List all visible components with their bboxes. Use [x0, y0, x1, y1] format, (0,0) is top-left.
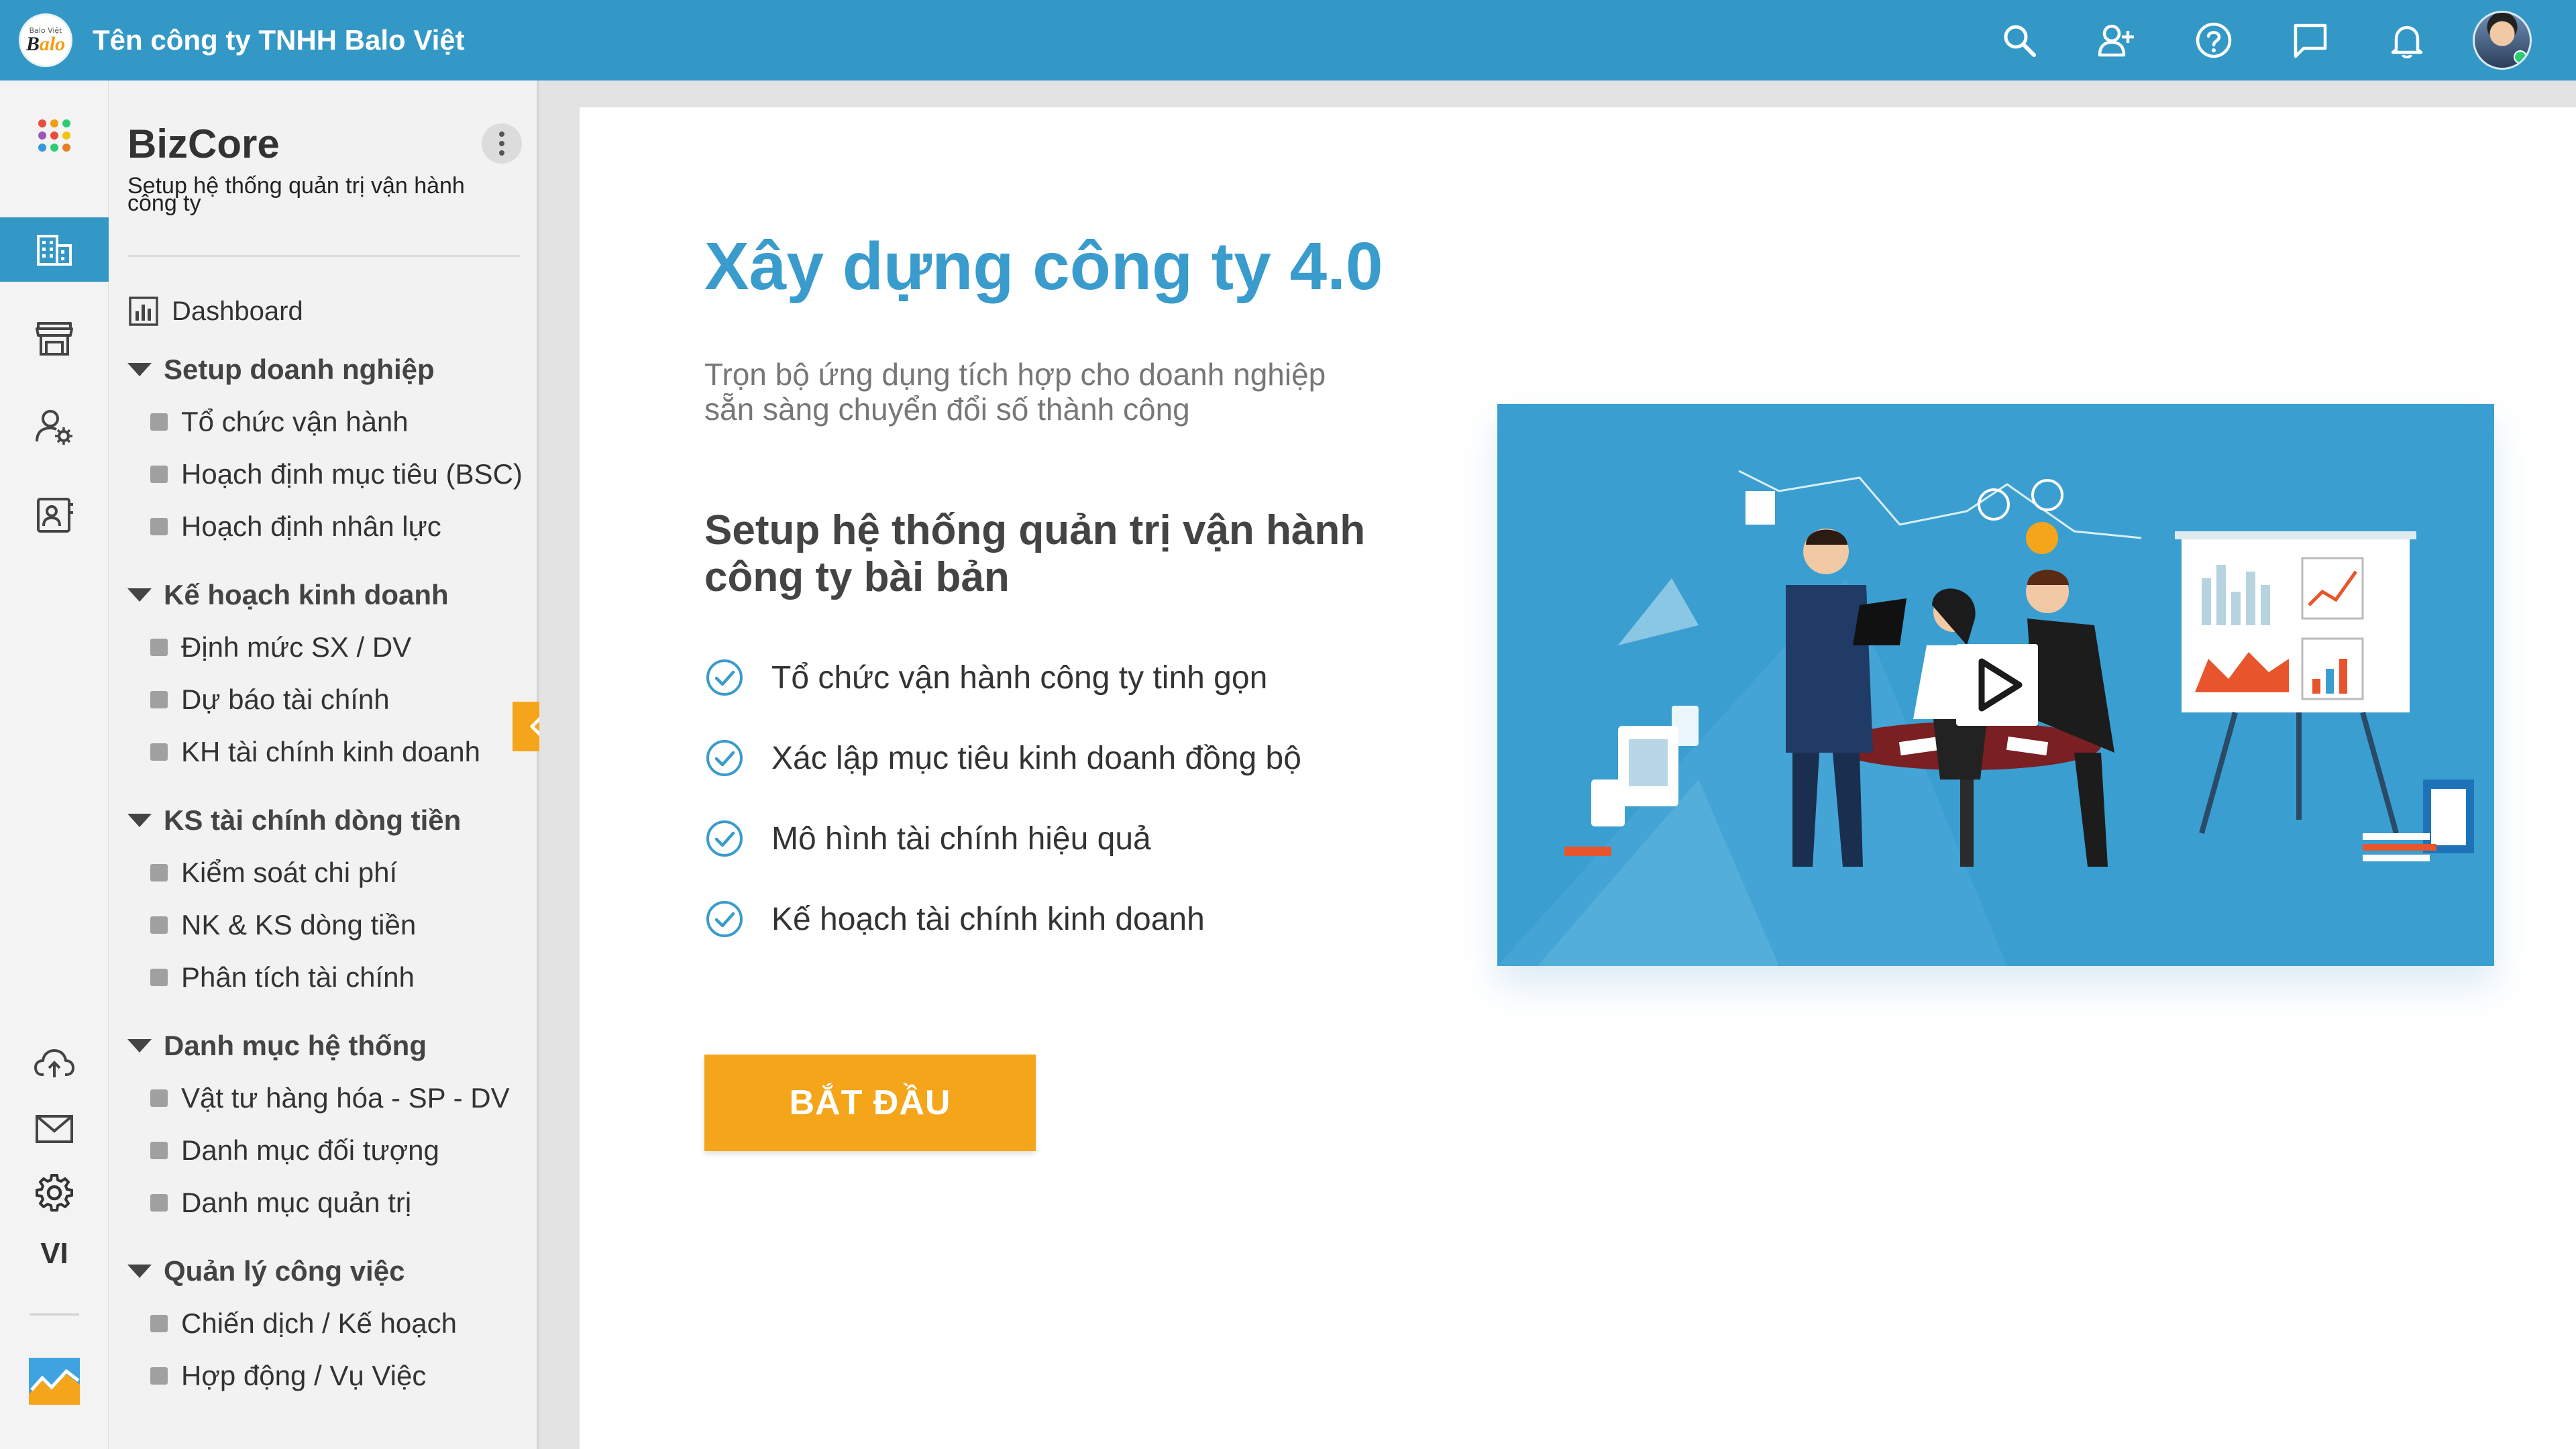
apps-grid-icon[interactable] [0, 103, 109, 168]
content-top-gutter [539, 80, 2576, 107]
sidebar-item-danh-muc-quan-tri[interactable]: Danh mục quản trị [150, 1179, 411, 1226]
sidebar-item-du-bao-tai-chinh[interactable]: Dự báo tài chính [150, 676, 390, 723]
logo-text: Balo [25, 32, 66, 55]
rail-divider [30, 1313, 79, 1316]
team-meeting-illustration [1497, 470, 2474, 966]
feature-item: Xác lập mục tiêu kinh doanh đồng bộ [704, 731, 1301, 785]
avatar[interactable] [2473, 11, 2532, 70]
help-icon[interactable] [2194, 20, 2234, 60]
gear-icon[interactable] [0, 1161, 109, 1225]
caret-down-icon [127, 588, 152, 602]
intro-video-thumbnail[interactable] [1497, 404, 2494, 966]
sidebar-item-to-chuc-van-hanh[interactable]: Tổ chức vận hành [150, 398, 409, 445]
more-options-button[interactable] [482, 123, 522, 164]
section-ke-hoach-kinh-doanh[interactable]: Kế hoạch kinh doanh [127, 572, 449, 619]
section-ks-tai-chinh[interactable]: KS tài chính dòng tiền [127, 797, 461, 844]
sidebar-item-dinh-muc[interactable]: Định mức SX / DV [150, 624, 411, 671]
sidebar-item-hoach-dinh-nhan-luc[interactable]: Hoạch định nhân lực [150, 503, 441, 550]
contact-card-icon[interactable] [0, 483, 109, 547]
lightbulb-icon [1978, 479, 2063, 554]
language-switch[interactable]: VI [0, 1237, 109, 1271]
section-setup-doanh-nghiep[interactable]: Setup doanh nghiệp [127, 346, 435, 393]
company-name: Tên công ty TNHH Balo Việt [93, 24, 465, 56]
section-danh-muc-he-thong[interactable]: Danh mục hệ thống [127, 1022, 427, 1069]
sidebar-item-label: Dashboard [172, 296, 303, 326]
section-quan-ly-cong-viec[interactable]: Quản lý công việc [127, 1248, 405, 1295]
start-button[interactable]: BẮT ĐẦU [704, 1055, 1036, 1151]
chat-icon[interactable] [2290, 20, 2330, 60]
sidebar-item-danh-muc-doi-tuong[interactable]: Danh mục đối tượng [150, 1127, 439, 1174]
main-content: Xây dựng công ty 4.0 Trọn bộ ứng dụng tí… [580, 107, 2576, 1449]
content-left-gutter [539, 80, 580, 1449]
check-circle-icon [706, 820, 743, 857]
online-status-dot [2514, 50, 2527, 64]
app-title: BizCore [127, 121, 280, 166]
sidebar-item-kiem-soat-chi-phi[interactable]: Kiểm soát chi phí [150, 849, 397, 896]
feature-item: Mô hình tài chính hiệu quả [704, 812, 1151, 865]
caret-down-icon [127, 1039, 152, 1053]
company-logo[interactable]: Balo Việt Balo [19, 13, 72, 67]
bar-chart-icon [129, 297, 158, 326]
top-bar: Balo Việt Balo Tên công ty TNHH Balo Việ… [0, 0, 2576, 80]
page-subtitle: Trọn bộ ứng dụng tích hợp cho doanh nghi… [704, 357, 1326, 427]
check-circle-icon [706, 901, 743, 937]
play-icon [1956, 644, 2038, 726]
bell-icon[interactable] [2387, 20, 2427, 60]
add-user-icon[interactable] [2096, 20, 2136, 60]
sidebar-item-chien-dich[interactable]: Chiến dịch / Kế hoạch [150, 1300, 457, 1347]
caret-down-icon [127, 1265, 152, 1278]
sidebar-item-dashboard[interactable]: Dashboard [127, 284, 303, 338]
store-icon[interactable] [0, 306, 109, 370]
feature-item: Tổ chức vận hành công ty tinh gọn [704, 651, 1267, 704]
building-icon[interactable] [0, 217, 109, 282]
sidebar-item-hoach-dinh-muc-tieu[interactable]: Hoạch định mục tiêu (BSC) [150, 451, 523, 498]
caret-down-icon [127, 814, 152, 827]
search-icon[interactable] [1999, 20, 2039, 60]
sidebar-divider [127, 255, 521, 257]
mail-icon[interactable] [0, 1096, 109, 1161]
page-title: Xây dựng công ty 4.0 [704, 229, 1383, 304]
caret-down-icon [127, 363, 152, 376]
check-circle-icon [706, 659, 743, 696]
app-subtitle: Setup hệ thống quản trị vận hành công ty [127, 173, 465, 216]
app-rail: VI [0, 80, 109, 1449]
cloud-upload-icon[interactable] [0, 1032, 109, 1096]
check-circle-icon [706, 740, 743, 776]
sidebar: BizCore Setup hệ thống quản trị vận hành… [109, 80, 539, 1449]
sidebar-item-kh-tai-chinh[interactable]: KH tài chính kinh doanh [150, 729, 480, 775]
chart-app-icon[interactable] [0, 1348, 109, 1413]
section-heading: Setup hệ thống quản trị vận hành công ty… [704, 507, 1366, 600]
sidebar-item-vat-tu-hang-hoa[interactable]: Vật tư hàng hóa - SP - DV [150, 1075, 510, 1122]
sidebar-item-nk-ks-dong-tien[interactable]: NK & KS dòng tiền [150, 902, 416, 949]
sidebar-item-hop-dong[interactable]: Hợp động / Vụ Việc [150, 1352, 426, 1399]
user-settings-icon[interactable] [0, 394, 109, 459]
sidebar-item-phan-tich-tai-chinh[interactable]: Phân tích tài chính [150, 954, 415, 1001]
feature-item: Kế hoạch tài chính kinh doanh [704, 892, 1205, 946]
